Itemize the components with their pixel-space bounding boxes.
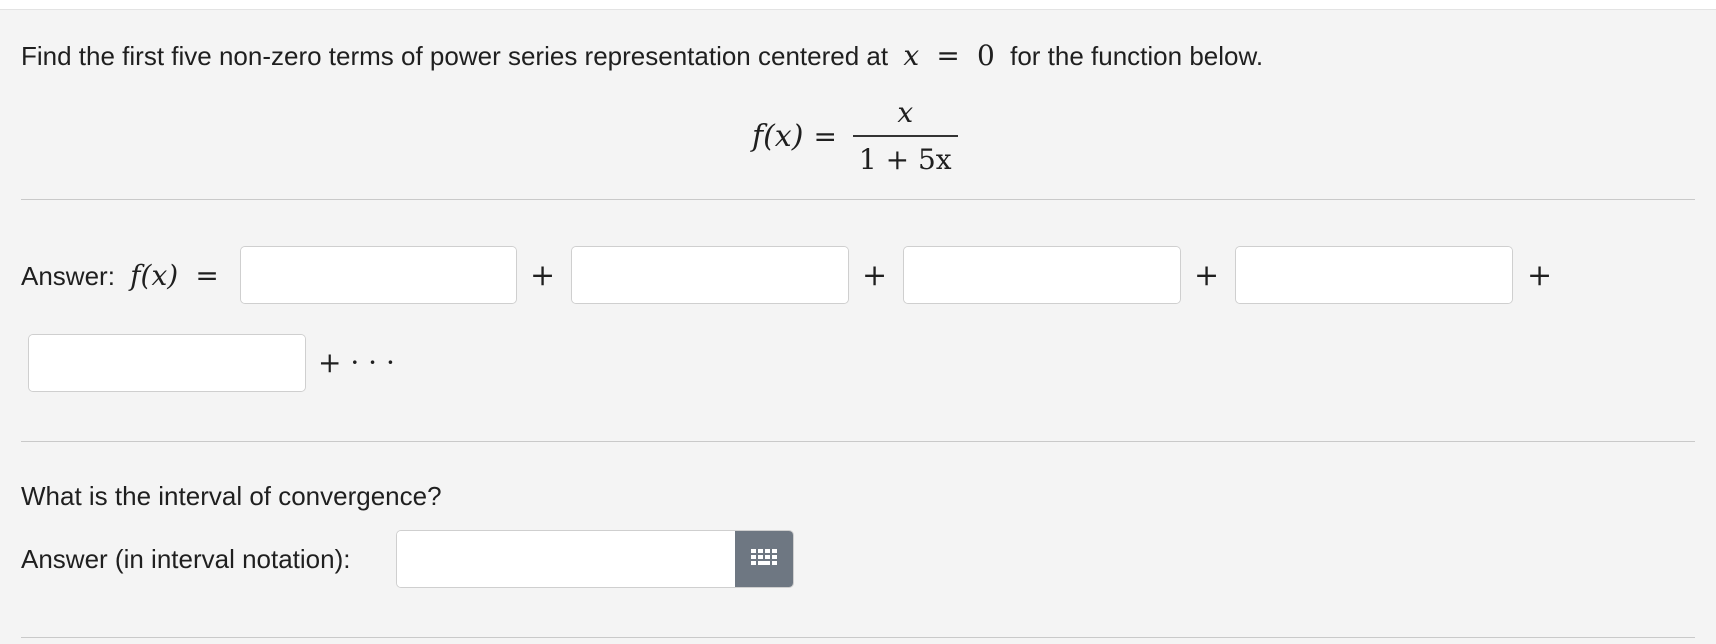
divider-1 [21, 199, 1695, 200]
problem-statement: Find the first five non-zero terms of po… [21, 42, 1263, 70]
plus-ellipsis: + · · · [318, 346, 395, 379]
formula-denominator: 1 + 5x [852, 135, 958, 176]
convergence-question: What is the interval of convergence? [21, 481, 442, 511]
prompt-eq: = [936, 39, 960, 72]
plus-sign-2: + [862, 258, 888, 293]
term-input-1[interactable] [241, 247, 516, 303]
term-input-4[interactable] [1236, 247, 1512, 303]
term-input-5[interactable] [29, 335, 305, 391]
term-field-4 [1235, 246, 1513, 304]
interval-label: Answer (in interval notation): [21, 544, 351, 574]
interval-input[interactable] [397, 531, 735, 587]
plus-sign-4: + [1527, 258, 1553, 293]
term-input-3[interactable] [904, 247, 1180, 303]
divider-2 [21, 441, 1695, 442]
plus-sign-3: + [1194, 258, 1220, 293]
function-formula: f(x) = x 1 + 5x [752, 96, 958, 176]
formula-fraction: x 1 + 5x [852, 96, 958, 176]
formula-eq: = [813, 119, 837, 153]
answer-label: Answer: f(x) = [21, 262, 229, 290]
term-field-3 [903, 246, 1181, 304]
term-field-5 [28, 334, 306, 392]
prompt-val: 0 [977, 39, 995, 72]
answer-eq: = [195, 259, 219, 292]
formula-lhs: f(x) [752, 118, 804, 154]
prompt-post: for the function below. [1010, 41, 1264, 71]
top-rule [0, 0, 1716, 10]
interval-field [396, 530, 794, 588]
answer-label-text: Answer: [21, 261, 115, 291]
term-input-2[interactable] [572, 247, 848, 303]
term-field-1 [240, 246, 517, 304]
divider-3 [21, 637, 1695, 638]
answer-lhs: f(x) [130, 259, 179, 292]
prompt-pre: Find the first five non-zero terms of po… [21, 41, 889, 71]
prompt-var: x [903, 39, 920, 72]
keypad-button-interval[interactable] [735, 531, 793, 587]
plus-sign-1: + [530, 258, 556, 293]
term-field-2 [571, 246, 849, 304]
formula-numerator: x [897, 96, 914, 129]
grid-keypad-icon [751, 549, 777, 565]
